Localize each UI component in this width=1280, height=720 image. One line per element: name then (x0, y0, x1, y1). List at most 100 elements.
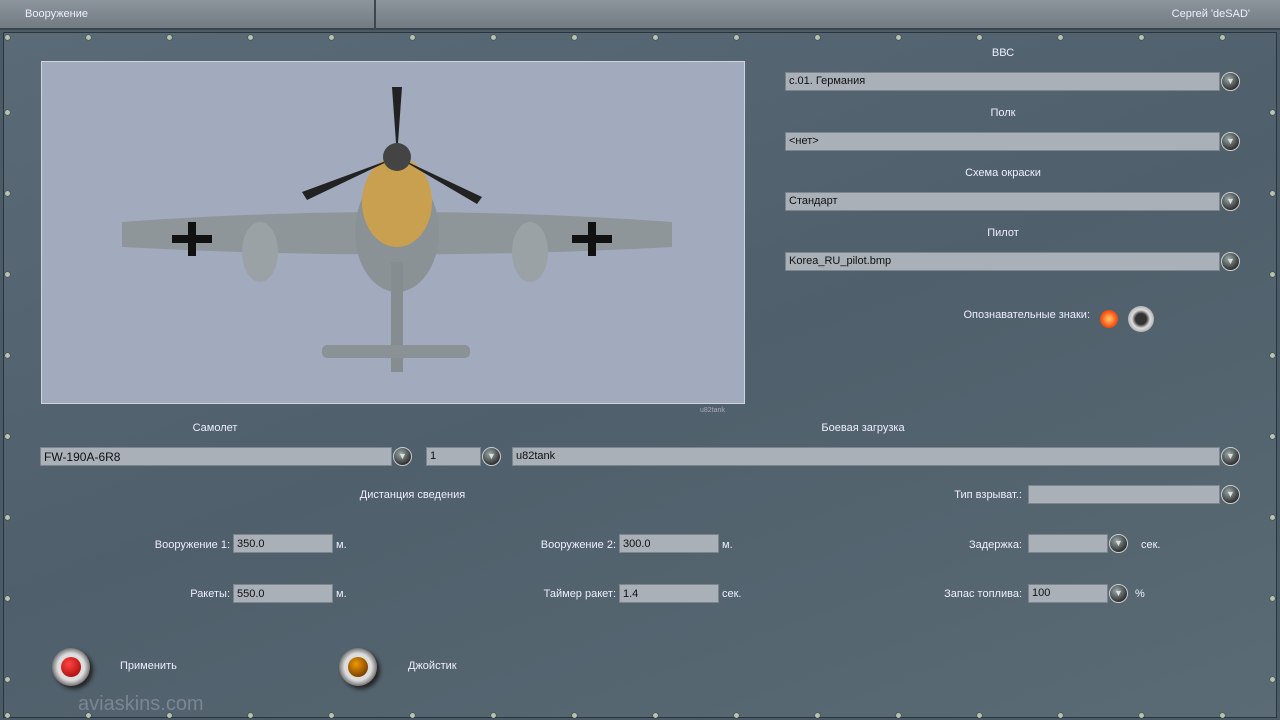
pilot-label: Пилот (987, 227, 1019, 239)
rivet (5, 713, 10, 718)
rivet (167, 35, 172, 40)
rockets-unit: м. (336, 588, 347, 600)
aircraft-count-select[interactable]: 1 (426, 447, 481, 466)
rivet (5, 434, 10, 439)
pilot-select[interactable]: Korea_RU_pilot.bmp (785, 252, 1220, 271)
apply-label: Применить (120, 660, 177, 672)
chevron-down-icon[interactable] (1221, 132, 1240, 151)
rivet (5, 596, 10, 601)
rivet (1270, 677, 1275, 682)
chevron-down-icon[interactable] (393, 447, 412, 466)
rivet (410, 35, 415, 40)
rivet (572, 713, 577, 718)
rivet (491, 35, 496, 40)
rivet (1270, 353, 1275, 358)
joystick-button[interactable] (339, 648, 377, 686)
rivet (329, 35, 334, 40)
rivet (734, 713, 739, 718)
preview-caption: u82tank (700, 407, 725, 414)
apply-button[interactable] (52, 648, 90, 686)
rivet (5, 110, 10, 115)
weapon2-unit: м. (722, 539, 733, 551)
rivet (653, 713, 658, 718)
aircraft-image (122, 87, 672, 372)
fuse-label: Тип взрыват.: (954, 489, 1022, 501)
delay-unit: сек. (1141, 539, 1161, 551)
skin-label: Схема окраски (965, 167, 1041, 179)
rivet (5, 35, 10, 40)
rivet (734, 35, 739, 40)
rivet (815, 35, 820, 40)
rivet (1270, 515, 1275, 520)
chevron-down-icon[interactable] (1221, 192, 1240, 211)
rivet (896, 35, 901, 40)
chevron-down-icon[interactable] (1221, 72, 1240, 91)
convergence-label: Дистанция сведения (359, 489, 466, 501)
rivet (653, 35, 658, 40)
rivet (1270, 434, 1275, 439)
regiment-label: Полк (990, 107, 1016, 119)
rivet (1270, 110, 1275, 115)
chevron-down-icon[interactable] (1221, 252, 1240, 271)
weapon2-label: Вооружение 2: (540, 539, 616, 551)
markings-label: Опознавательные знаки: (963, 309, 1090, 321)
watermark: aviaskins.com (78, 693, 204, 715)
user-name: Сергей 'deSAD' (1171, 8, 1250, 20)
chevron-down-icon[interactable] (1109, 534, 1128, 553)
rivet (248, 35, 253, 40)
rivet (572, 35, 577, 40)
divider (374, 0, 376, 30)
fuse-select[interactable] (1028, 485, 1220, 504)
rivet (248, 713, 253, 718)
rivet (1139, 35, 1144, 40)
rocket-timer-label: Таймер ракет: (543, 588, 616, 600)
rivet (5, 677, 10, 682)
air-force-select[interactable]: c.01. Германия (785, 72, 1220, 91)
rivet (5, 353, 10, 358)
aircraft-label: Самолет (192, 422, 238, 434)
rivet (5, 272, 10, 277)
chevron-down-icon[interactable] (1221, 485, 1240, 504)
joystick-label: Джойстик (408, 660, 457, 672)
chevron-down-icon[interactable] (1109, 584, 1128, 603)
rocket-timer-input[interactable] (619, 584, 719, 603)
skin-select[interactable]: Стандарт (785, 192, 1220, 211)
delay-select[interactable] (1028, 534, 1108, 553)
chevron-down-icon[interactable] (482, 447, 501, 466)
rivet (5, 191, 10, 196)
rivet (86, 35, 91, 40)
rivet (491, 713, 496, 718)
rivet (1058, 35, 1063, 40)
regiment-select[interactable]: <нет> (785, 132, 1220, 151)
delay-label: Задержка: (968, 539, 1022, 551)
rivet (977, 713, 982, 718)
rivet (5, 515, 10, 520)
rivet (1139, 713, 1144, 718)
rockets-label: Ракеты: (190, 588, 230, 600)
rivet (329, 713, 334, 718)
rocket-timer-unit: сек. (722, 588, 742, 600)
chevron-down-icon[interactable] (1221, 447, 1240, 466)
loadout-select[interactable]: u82tank (512, 447, 1220, 466)
rivet (896, 713, 901, 718)
rivet (1220, 35, 1225, 40)
weapon1-input[interactable] (233, 534, 333, 553)
loadout-label: Боевая загрузка (821, 422, 905, 434)
aircraft-select[interactable]: FW-190A-6R8 (40, 447, 392, 466)
rivet (1220, 713, 1225, 718)
rivet (410, 713, 415, 718)
fuel-select[interactable]: 100 (1028, 584, 1108, 603)
rivet (815, 713, 820, 718)
rivet (1270, 596, 1275, 601)
page-title: Вооружение (25, 8, 89, 20)
rivet (977, 35, 982, 40)
fuel-label: Запас топлива: (944, 588, 1022, 600)
rockets-input[interactable] (233, 584, 333, 603)
markings-toggle[interactable] (1098, 306, 1158, 332)
weapon2-input[interactable] (619, 534, 719, 553)
aircraft-preview[interactable] (41, 61, 745, 404)
fuel-unit: % (1135, 588, 1145, 600)
air-force-label: ВВС (991, 47, 1015, 59)
weapon1-label: Вооружение 1: (154, 539, 230, 551)
rivet (1270, 191, 1275, 196)
